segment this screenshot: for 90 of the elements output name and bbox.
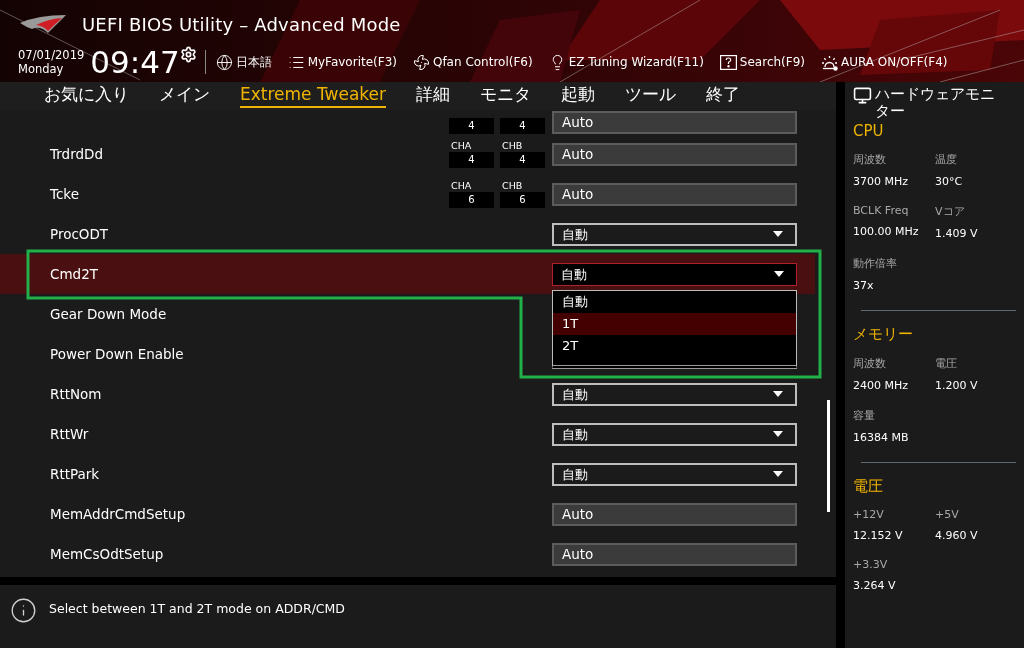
section-title: CPU bbox=[853, 122, 885, 140]
menu-tab[interactable]: 詳細 bbox=[416, 82, 450, 108]
setting-label: RttWr bbox=[50, 426, 89, 442]
channel-label: CHB bbox=[501, 180, 524, 192]
channel-value: 6 bbox=[449, 192, 494, 208]
channel-label: CHB bbox=[501, 140, 524, 152]
setting-label: ProcODT bbox=[50, 226, 109, 242]
monitor-icon bbox=[853, 86, 872, 105]
value-field[interactable]: Auto bbox=[552, 182, 797, 206]
help-icon bbox=[719, 54, 737, 70]
clock-time: 09:47 bbox=[90, 45, 180, 79]
channel-label: CHA bbox=[450, 180, 473, 192]
logo-icon bbox=[18, 13, 68, 35]
sensor-value: 37x bbox=[853, 279, 875, 292]
value-field[interactable]: Auto bbox=[552, 502, 797, 526]
date-text: 07/01/2019 bbox=[18, 48, 85, 62]
toolbar-button[interactable]: Qfan Control(F6) bbox=[412, 53, 533, 71]
setting-label: RttNom bbox=[50, 386, 102, 402]
sensor-value: 30°C bbox=[935, 175, 964, 188]
value-field[interactable]: Auto bbox=[552, 142, 797, 166]
caret-icon bbox=[773, 471, 783, 477]
toolbar-button[interactable]: EZ Tuning Wizard(F11) bbox=[548, 53, 704, 71]
channel-value: 4 bbox=[449, 152, 494, 168]
sensor-label: 動作倍率 bbox=[853, 256, 898, 271]
sensor-label: 周波数 bbox=[853, 356, 887, 371]
sensor-value: 4.960 V bbox=[935, 529, 979, 542]
sensor-label: 周波数 bbox=[853, 152, 887, 167]
sensor-label: BCLK Freq bbox=[853, 204, 910, 217]
sensor-label: +3.3V bbox=[853, 558, 889, 571]
channel-value: 4 bbox=[500, 152, 545, 168]
value-field[interactable]: Auto bbox=[552, 111, 797, 134]
caret-icon bbox=[773, 391, 783, 397]
section-title: メモリー bbox=[853, 325, 914, 344]
sensor-label: 容量 bbox=[853, 408, 876, 423]
info-icon bbox=[10, 597, 37, 624]
menu-tab[interactable]: ツール bbox=[625, 82, 676, 108]
day-text: Monday bbox=[18, 62, 65, 76]
menu-tab[interactable]: メイン bbox=[159, 82, 210, 108]
language-button[interactable]: 日本語 bbox=[215, 53, 272, 71]
sensor-value: 12.152 V bbox=[853, 529, 904, 542]
setting-label: MemCsOdtSetup bbox=[50, 546, 164, 562]
menu-tab[interactable]: Extreme Tweaker bbox=[240, 82, 386, 108]
menu-tab[interactable]: 終了 bbox=[706, 82, 740, 108]
setting-label: Tcke bbox=[50, 186, 80, 202]
toolbar-button[interactable]: MyFavorite(F3) bbox=[287, 53, 397, 71]
sensor-value: 100.00 MHz bbox=[853, 225, 920, 238]
setting-label: Power Down Enable bbox=[50, 346, 184, 362]
sensor-value: 16384 MB bbox=[853, 431, 910, 444]
window-title: UEFI BIOS Utility – Advanced Mode bbox=[82, 13, 401, 35]
sensor-value: 3.264 V bbox=[853, 579, 897, 592]
light-icon bbox=[821, 53, 838, 71]
dropdown[interactable]: 自動 bbox=[552, 382, 797, 406]
menu-tab[interactable]: お気に入り bbox=[44, 82, 129, 108]
caret-icon bbox=[773, 231, 783, 237]
section-title: 電圧 bbox=[853, 477, 884, 496]
menu-tab[interactable]: 起動 bbox=[561, 82, 595, 108]
menu-tab[interactable]: モニタ bbox=[480, 82, 531, 108]
help-text: Select between 1T and 2T mode on ADDR/CMD bbox=[49, 601, 345, 616]
caret-icon bbox=[774, 271, 784, 277]
dropdown-option[interactable]: 1T bbox=[553, 312, 796, 335]
settings-icon[interactable] bbox=[179, 46, 197, 63]
dropdown[interactable]: 自動 bbox=[552, 422, 797, 446]
dropdown[interactable]: 自動 bbox=[552, 222, 797, 246]
channel-label: CHA bbox=[450, 140, 473, 152]
toolbar-button[interactable]: AURA ON/OFF(F4) bbox=[821, 53, 948, 71]
setting-label: RttPark bbox=[50, 466, 100, 482]
panel-title: ハードウェアモニター bbox=[875, 86, 996, 120]
setting-label: MemAddrCmdSetup bbox=[50, 506, 186, 522]
channel-value: 4 bbox=[500, 118, 545, 134]
sensor-label: 温度 bbox=[935, 152, 958, 167]
toolbar-button[interactable]: Search(F9) bbox=[719, 54, 805, 70]
sensor-label: Vコア bbox=[935, 204, 966, 219]
setting-label: TrdrdDd bbox=[50, 146, 103, 162]
scrollbar-thumb[interactable] bbox=[827, 400, 830, 512]
sensor-label: +5V bbox=[935, 508, 960, 521]
channel-value: 4 bbox=[449, 118, 494, 134]
setting-label: Cmd2T bbox=[50, 266, 98, 282]
sensor-label: +12V bbox=[853, 508, 885, 521]
fan-icon bbox=[412, 53, 430, 71]
globe-icon bbox=[215, 53, 233, 71]
sensor-value: 3700 MHz bbox=[853, 175, 910, 188]
channel-value: 6 bbox=[500, 192, 545, 208]
sensor-value: 1.200 V bbox=[935, 379, 979, 392]
value-field[interactable]: Auto bbox=[552, 542, 797, 566]
sensor-value: 1.409 V bbox=[935, 227, 979, 240]
dropdown[interactable]: 自動 bbox=[552, 462, 797, 486]
setting-label: Gear Down Mode bbox=[50, 306, 167, 322]
caret-icon bbox=[773, 431, 783, 437]
sensor-label: 電圧 bbox=[935, 356, 958, 371]
sensor-value: 2400 MHz bbox=[853, 379, 910, 392]
